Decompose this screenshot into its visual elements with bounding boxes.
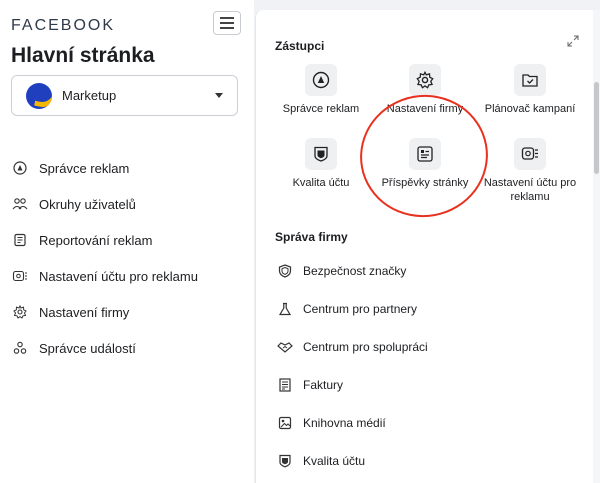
shortcut-ad-account-settings[interactable]: Nastavení účtu pro reklamu <box>475 138 585 204</box>
chevron-down-icon <box>215 93 223 98</box>
list-item-invoices[interactable]: Faktury <box>277 366 577 404</box>
shortcut-campaign-planner[interactable]: Plánovač kampaní <box>475 64 585 116</box>
shield-icon <box>277 263 293 279</box>
list-item-label: Centrum pro spolupráci <box>303 340 428 354</box>
ads-manager-icon <box>11 159 29 177</box>
account-avatar <box>26 82 52 109</box>
list-item-media-library[interactable]: Knihovna médií <box>277 404 577 442</box>
handshake-icon <box>277 339 293 355</box>
list-item-label: Bezpečnost značky <box>303 264 407 278</box>
flask-icon <box>277 301 293 317</box>
shortcut-label: Kvalita účtu <box>292 177 350 189</box>
sidebar-item-label: Okruhy uživatelů <box>39 196 136 212</box>
business-tools-list: Bezpečnost značky Centrum pro partnery C… <box>277 252 577 480</box>
list-item-partner-center[interactable]: Centrum pro partnery <box>277 290 577 328</box>
business-section-title: Správa firmy <box>275 230 348 244</box>
brand-logo-text: FACEBOOK <box>11 17 116 34</box>
sidebar-item-ad-account-settings[interactable]: Nastavení účtu pro reklamu <box>11 258 246 294</box>
account-selector[interactable]: Marketup <box>11 75 238 116</box>
sidebar-item-ads-manager[interactable]: Správce reklam <box>11 150 246 186</box>
menu-line <box>220 27 234 29</box>
shortcuts-section-title: Zástupci <box>275 39 325 53</box>
shortcut-label: Správce reklam <box>282 103 360 115</box>
menu-line <box>220 22 234 24</box>
menu-line <box>220 17 234 19</box>
sidebar-nav: Správce reklam Okruhy uživatelů Reportov… <box>11 150 246 366</box>
campaign-planner-icon <box>514 64 546 96</box>
hamburger-menu-button[interactable] <box>213 11 241 35</box>
media-library-icon <box>277 415 293 431</box>
ad-account-settings-icon <box>11 267 29 285</box>
shortcut-label: Plánovač kampaní <box>484 103 576 115</box>
account-name: Marketup <box>62 88 117 103</box>
list-item-account-quality[interactable]: Kvalita účtu <box>277 442 577 480</box>
audiences-icon <box>11 195 29 213</box>
sidebar-item-business-settings[interactable]: Nastavení firmy <box>11 294 246 330</box>
list-item-label: Centrum pro partnery <box>303 302 418 316</box>
ad-account-settings-icon <box>514 138 546 170</box>
sidebar-item-label: Správce reklam <box>39 160 130 176</box>
list-item-label: Kvalita účtu <box>303 454 366 468</box>
sidebar-item-ads-reporting[interactable]: Reportování reklam <box>11 222 246 258</box>
shortcut-label: Nastavení účtu pro reklamu <box>483 177 577 203</box>
sidebar-item-audiences[interactable]: Okruhy uživatelů <box>11 186 246 222</box>
sidebar-item-events-manager[interactable]: Správce událostí <box>11 330 246 366</box>
sidebar: FACEBOOK Hlavní stránka Marketup Správce… <box>0 0 254 483</box>
gear-icon <box>11 303 29 321</box>
page-title: Hlavní stránka <box>11 44 155 67</box>
events-manager-icon <box>11 339 29 357</box>
list-item-brand-safety[interactable]: Bezpečnost značky <box>277 252 577 290</box>
invoice-icon <box>277 377 293 393</box>
sidebar-item-label: Nastavení účtu pro reklamu <box>39 268 198 284</box>
shortcut-ads-manager[interactable]: Správce reklam <box>266 64 376 116</box>
list-item-label: Knihovna médií <box>303 416 386 430</box>
gear-icon <box>409 64 441 96</box>
sidebar-item-label: Nastavení firmy <box>39 304 130 320</box>
scrollbar-thumb[interactable] <box>594 82 599 174</box>
ads-manager-icon <box>305 64 337 96</box>
account-quality-icon <box>277 453 293 469</box>
panel-scrollbar[interactable] <box>593 10 600 483</box>
ads-reporting-icon <box>11 231 29 249</box>
account-quality-icon <box>305 138 337 170</box>
expand-icon[interactable] <box>567 34 579 47</box>
list-item-collaboration-center[interactable]: Centrum pro spolupráci <box>277 328 577 366</box>
list-item-label: Faktury <box>303 378 344 392</box>
sidebar-item-label: Reportování reklam <box>39 232 153 248</box>
sidebar-item-label: Správce událostí <box>39 340 136 356</box>
